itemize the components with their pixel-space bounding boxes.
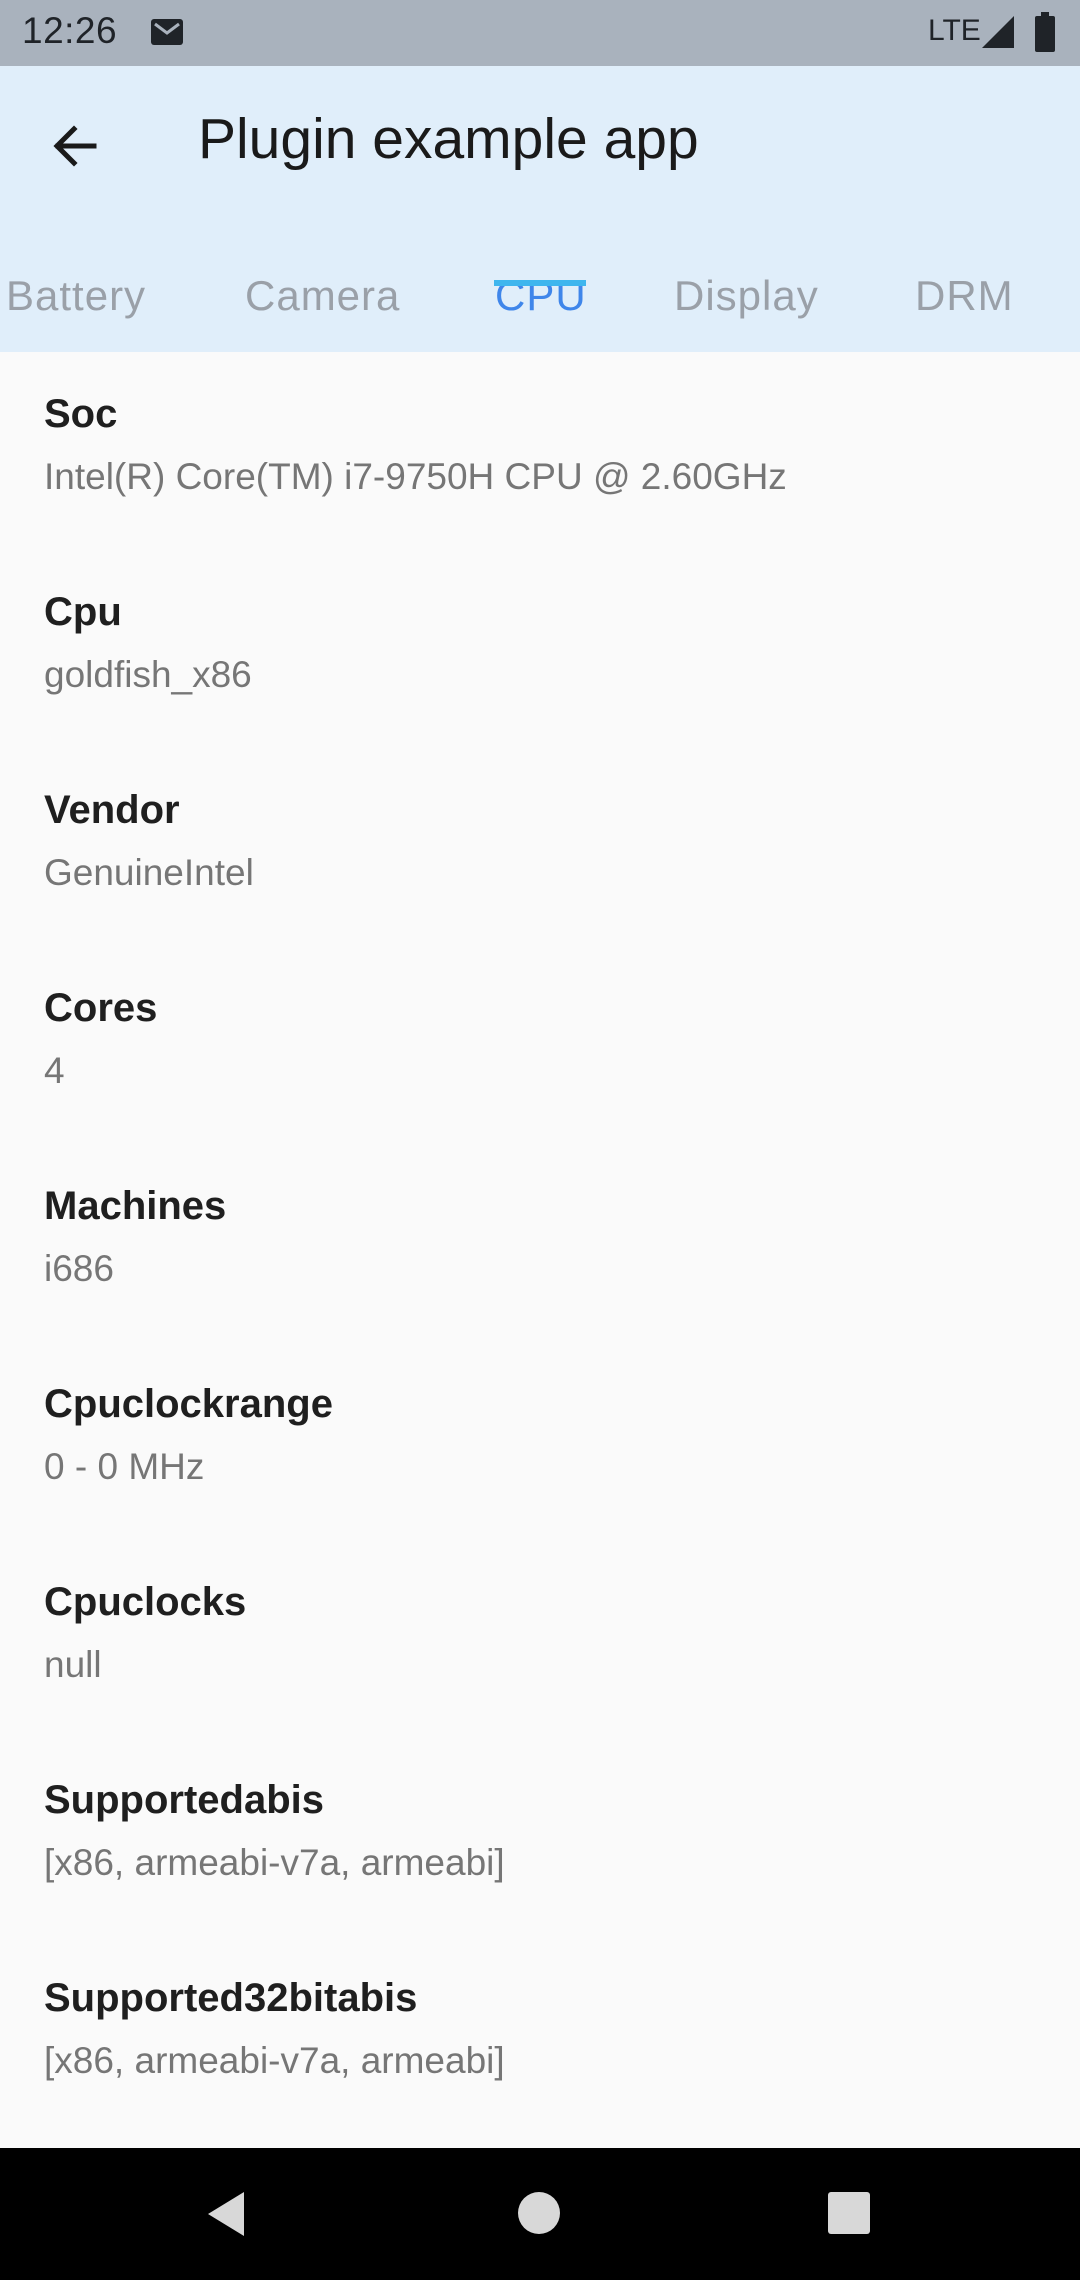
battery-icon — [1035, 12, 1055, 52]
info-value: GenuineIntel — [44, 852, 254, 893]
tab-battery[interactable]: Battery — [0, 246, 180, 352]
network-type: LTE — [928, 14, 981, 47]
tab-drm[interactable]: DRM — [890, 246, 1050, 352]
info-label: Supportedabis — [44, 1778, 325, 1822]
app-bar: Plugin example app Battery Camera CPU Di… — [0, 66, 1080, 352]
info-label: Cpuclockrange — [44, 1382, 333, 1426]
info-label: Cores — [44, 986, 158, 1030]
info-value: goldfish_x86 — [44, 654, 252, 695]
info-value: 4 — [44, 1050, 65, 1091]
info-label: Soc — [44, 392, 118, 436]
info-label: Supported32bitabis — [44, 1976, 418, 2020]
signal-icon — [982, 16, 1014, 48]
status-time: 12:26 — [22, 10, 118, 51]
status-bar: 12:26 LTE — [0, 0, 1080, 66]
nav-back-icon[interactable] — [202, 2188, 254, 2240]
tab-label: Camera — [245, 272, 401, 319]
info-value: [x86, armeabi-v7a, armeabi] — [44, 1842, 505, 1883]
cpu-info-list: Soc Intel(R) Core(TM) i7-9750H CPU @ 2.6… — [0, 352, 1080, 2148]
gmail-icon — [151, 19, 183, 45]
info-label: Cpuclocks — [44, 1580, 247, 1624]
nav-home-icon[interactable] — [518, 2192, 560, 2234]
app-title: Plugin example app — [198, 107, 699, 171]
tab-bar: Battery Camera CPU Display DRM — [0, 246, 1080, 352]
info-value: null — [44, 1644, 102, 1685]
system-nav-bar — [0, 2148, 1080, 2280]
tab-label: Display — [674, 272, 819, 319]
info-value: 0 - 0 MHz — [44, 1446, 205, 1487]
info-label: Machines — [44, 1184, 227, 1228]
info-label: Cpu — [44, 590, 122, 634]
tab-display[interactable]: Display — [650, 246, 850, 352]
info-value: [x86, armeabi-v7a, armeabi] — [44, 2040, 505, 2081]
nav-recents-icon[interactable] — [828, 2192, 870, 2234]
info-value: Intel(R) Core(TM) i7-9750H CPU @ 2.60GHz — [44, 456, 787, 497]
info-label: Vendor — [44, 788, 180, 832]
tab-indicator — [494, 280, 586, 286]
info-value: i686 — [44, 1248, 114, 1289]
tab-label: DRM — [915, 272, 1014, 319]
tab-cpu[interactable]: CPU — [460, 246, 620, 352]
arrow-back-icon[interactable] — [44, 114, 108, 178]
tab-camera[interactable]: Camera — [220, 246, 440, 352]
tab-label: Battery — [6, 272, 147, 319]
